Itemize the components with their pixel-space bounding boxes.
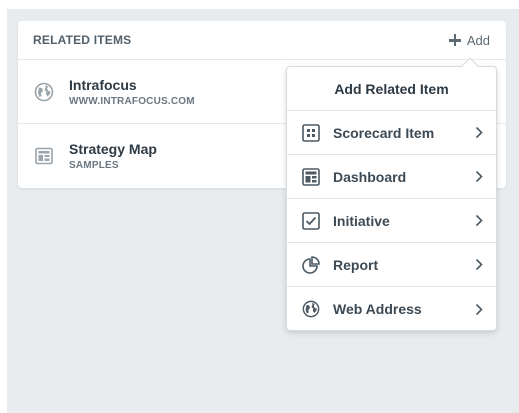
item-name[interactable]: Intrafocus xyxy=(69,77,195,93)
chevron-right-icon xyxy=(474,302,484,316)
item-subtitle: SAMPLES xyxy=(69,160,119,171)
menu-title: Add Related Item xyxy=(287,67,496,111)
chevron-right-icon xyxy=(474,126,484,140)
panel-title: RELATED ITEMS xyxy=(33,33,132,47)
add-button[interactable]: Add xyxy=(448,32,490,48)
menu-item-initiative[interactable]: Initiative xyxy=(287,199,496,243)
menu-item-label: Scorecard Item xyxy=(333,124,435,141)
add-button-label: Add xyxy=(466,32,490,48)
plus-icon xyxy=(448,34,461,46)
add-related-item-menu: Add Related Item Scorecard Item Dashboar… xyxy=(286,57,497,331)
dashboard-icon xyxy=(33,145,55,167)
menu-item-label: Report xyxy=(333,256,379,273)
checkbox-icon xyxy=(301,211,321,231)
menu-item-web-address[interactable]: Web Address xyxy=(287,287,496,331)
item-subtitle: WWW.INTRAFOCUS.COM xyxy=(69,95,195,107)
menu-item-label: Dashboard xyxy=(333,168,407,185)
pie-chart-icon xyxy=(301,255,321,275)
globe-icon xyxy=(33,81,55,103)
chevron-right-icon xyxy=(474,214,484,228)
menu-item-label: Web Address xyxy=(333,301,422,317)
item-name[interactable]: Strategy Map xyxy=(69,141,157,157)
chevron-right-icon xyxy=(474,258,484,272)
chevron-right-icon xyxy=(474,170,484,184)
globe-icon xyxy=(301,299,321,319)
menu-item-scorecard-item[interactable]: Scorecard Item xyxy=(287,111,496,155)
menu-item-report[interactable]: Report xyxy=(287,243,496,287)
scorecard-icon xyxy=(301,123,321,143)
menu-item-dashboard[interactable]: Dashboard xyxy=(287,155,496,199)
menu-item-label: Initiative xyxy=(333,212,390,229)
panel-header: RELATED ITEMS Add xyxy=(18,21,506,60)
dashboard-icon xyxy=(301,167,321,187)
